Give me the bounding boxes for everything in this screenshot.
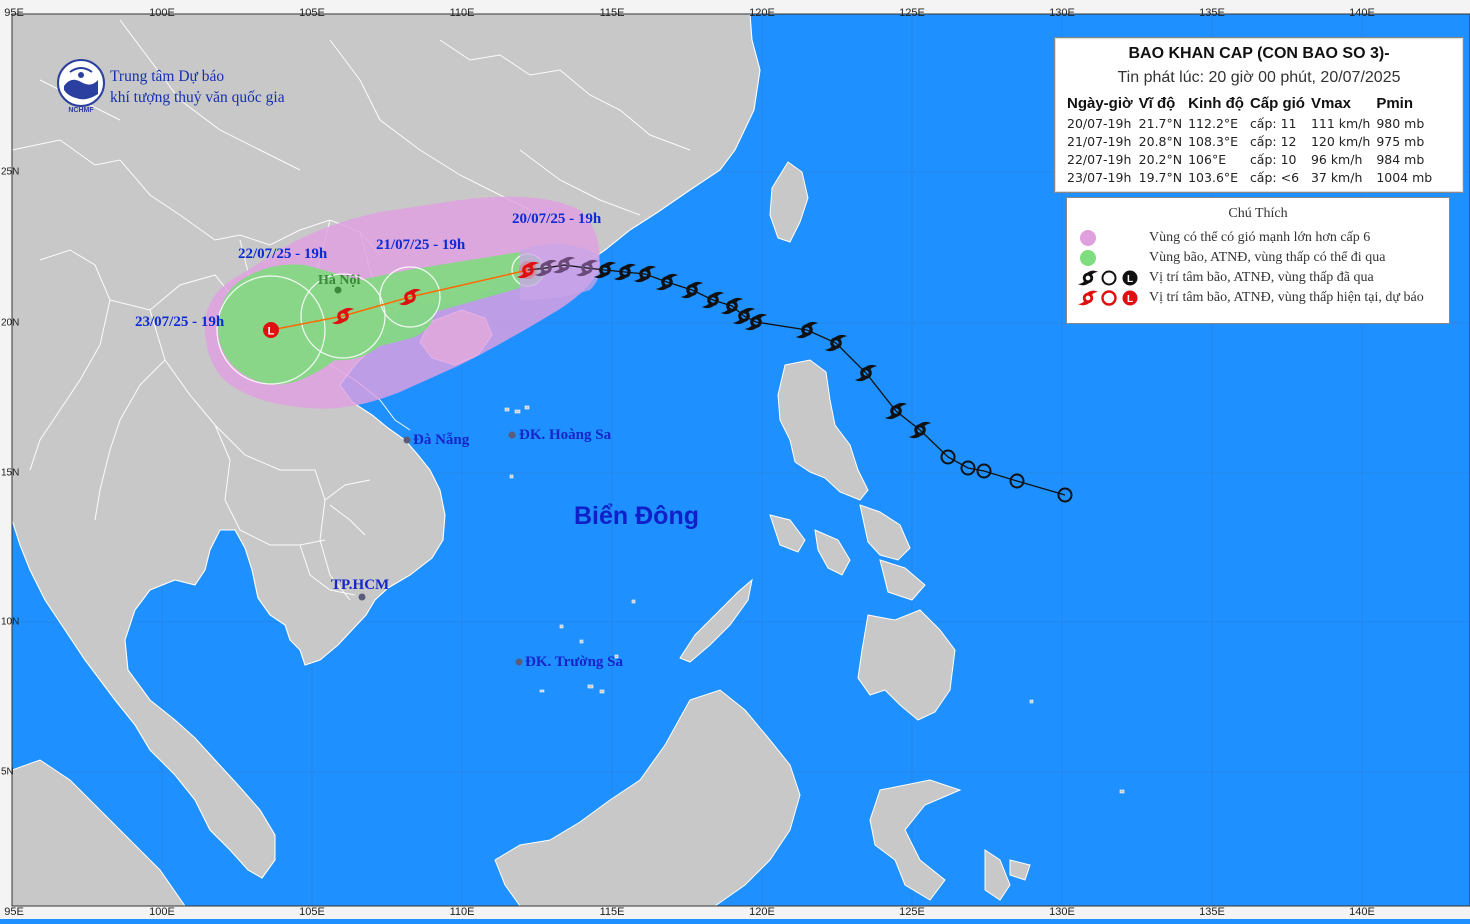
cell: cấp: 12 [1249, 134, 1297, 149]
lon-label-bottom: 125E [899, 906, 925, 918]
cell: 22/07-19h [1067, 152, 1132, 167]
lon-label-bottom: 100E [149, 906, 175, 918]
lon-label-bottom: 135E [1199, 906, 1225, 918]
track-date-label: 20/07/25 - 19h [512, 211, 602, 227]
cell: 1004 mb [1376, 170, 1433, 185]
lat-label: 25N [1, 166, 20, 178]
cell: 21.7°N [1138, 116, 1183, 131]
cell: cấp: 10 [1249, 152, 1297, 167]
lon-label-bottom: 120E [749, 906, 775, 918]
lon-label-top: 105E [299, 7, 325, 19]
col-datetime: Ngày-giờ [1067, 95, 1133, 112]
legend-wind-zone-icon [1080, 230, 1096, 246]
cell: 103.6°E [1188, 170, 1239, 185]
cell: cấp: <6 [1249, 170, 1300, 185]
sea-label: Biển Đông [574, 502, 699, 530]
cell: 108.3°E [1188, 134, 1239, 149]
lon-label-top: 130E [1049, 7, 1075, 19]
place-hoangsa: ĐK. Hoàng Sa [519, 427, 612, 443]
lon-label-top: 140E [1349, 7, 1375, 19]
legend-item: Vùng có thể có gió mạnh lớn hơn cấp 6 [1149, 230, 1371, 245]
lon-label-top: 115E [599, 7, 625, 19]
cell: 975 mb [1376, 134, 1425, 149]
track-date-label: 22/07/25 - 19h [238, 246, 328, 262]
table-row: 20/07-19h 21.7°N 112.2°E cấp: 11 111 km/… [1065, 115, 1436, 133]
cell: 20.2°N [1138, 152, 1183, 167]
lon-label-top: 100E [149, 7, 175, 19]
lon-label-top: 125E [899, 7, 925, 19]
lon-label-bottom: 130E [1049, 906, 1075, 918]
cell: 37 km/h [1310, 170, 1363, 185]
track-date-label: 21/07/25 - 19h [376, 237, 466, 253]
lon-label-top: 120E [749, 7, 775, 19]
nchmf-logo: NCHMF [56, 58, 106, 114]
cell: 19.7°N [1138, 170, 1183, 185]
table-row: 21/07-19h 20.8°N 108.3°E cấp: 12 120 km/… [1065, 133, 1436, 151]
map-legend: Chú Thích Vùng có thể có gió mạnh lớn hơ… [1066, 197, 1450, 324]
legend-item: Vùng bão, ATNĐ, vùng thấp có thể đi qua [1149, 250, 1386, 265]
lon-label-bottom: 110E [449, 906, 475, 918]
svg-text:NCHMF: NCHMF [68, 107, 94, 114]
lon-label-bottom: 95E [4, 906, 24, 918]
legend-title: Chú Thích [1228, 206, 1288, 221]
lat-label: 10N [1, 616, 20, 628]
svg-text:L: L [1127, 274, 1133, 285]
col-vmax: Vmax [1310, 95, 1351, 112]
cell: 111 km/h [1310, 116, 1371, 131]
forecast-table: Ngày-giờ Vĩ độ Kinh độ Cấp gió Vmax Pmin… [1065, 93, 1436, 187]
col-lat: Vĩ độ [1138, 95, 1176, 112]
cell: 984 mb [1376, 152, 1425, 167]
place-hanoi: Hà Nội [318, 273, 361, 288]
table-row: 23/07-19h 19.7°N 103.6°E cấp: <6 37 km/h… [1065, 169, 1436, 187]
info-title: BAO KHAN CAP (CON BAO SO 3)- [1128, 45, 1390, 62]
place-truongsa: ĐK. Trường Sa [525, 654, 624, 670]
cell: 23/07-19h [1067, 170, 1132, 185]
cell: 106°E [1188, 152, 1227, 167]
svg-text:L: L [268, 326, 275, 338]
cell: 112.2°E [1188, 116, 1239, 131]
info-issued: Tin phát lúc: 20 giờ 00 phút, 20/07/2025 [1117, 69, 1401, 86]
logo-line-2: khí tượng thuỷ văn quốc gia [110, 89, 285, 106]
legend-forecast-symbols-icon: L [1078, 289, 1138, 307]
forecast-table-header: Ngày-giờ Vĩ độ Kinh độ Cấp gió Vmax Pmin [1065, 93, 1436, 115]
place-hcm: TP.HCM [331, 577, 390, 593]
table-row: 22/07-19h 20.2°N 106°E cấp: 10 96 km/h 9… [1065, 151, 1436, 169]
nchmf-emblem-icon: NCHMF [57, 59, 105, 114]
cell: 96 km/h [1310, 152, 1363, 167]
cell: 980 mb [1376, 116, 1425, 131]
lon-label-top: 95E [4, 7, 24, 19]
legend-item: Vị trí tâm bão, ATNĐ, vùng thấp đã qua [1149, 270, 1374, 285]
cell: 20.8°N [1138, 134, 1183, 149]
lon-label-top: 135E [1199, 7, 1225, 19]
cell: 21/07-19h [1067, 134, 1132, 149]
forecast-low-icon: L [263, 322, 279, 338]
cell: 120 km/h [1310, 134, 1371, 149]
lon-label-bottom: 140E [1349, 906, 1375, 918]
cell: cấp: 11 [1249, 116, 1297, 131]
legend-past-symbols-icon: L [1078, 269, 1138, 287]
cell: 20/07-19h [1067, 116, 1132, 131]
lon-label-bottom: 105E [299, 906, 325, 918]
lat-label: 20N [1, 317, 20, 329]
storm-info-panel: BAO KHAN CAP (CON BAO SO 3)- Tin phát lú… [1054, 37, 1464, 193]
place-danang: Đà Nẵng [413, 432, 470, 448]
legend-storm-zone-icon [1080, 250, 1096, 266]
svg-text:L: L [1127, 294, 1133, 305]
lat-label: 5N [1, 766, 14, 778]
track-date-label: 23/07/25 - 19h [135, 314, 225, 330]
col-pmin: Pmin [1376, 95, 1414, 112]
logo-line-1: Trung tâm Dự báo [110, 68, 225, 85]
lon-label-bottom: 115E [599, 906, 625, 918]
lat-label: 15N [1, 467, 20, 479]
col-lon: Kinh độ [1188, 95, 1244, 112]
logo-text: Trung tâm Dự báo khí tượng thuỷ văn quốc… [110, 66, 285, 108]
lon-label-top: 110E [449, 7, 475, 19]
col-wind-level: Cấp gió [1249, 95, 1305, 112]
legend-item: Vị trí tâm bão, ATNĐ, vùng thấp hiện tại… [1149, 290, 1424, 305]
